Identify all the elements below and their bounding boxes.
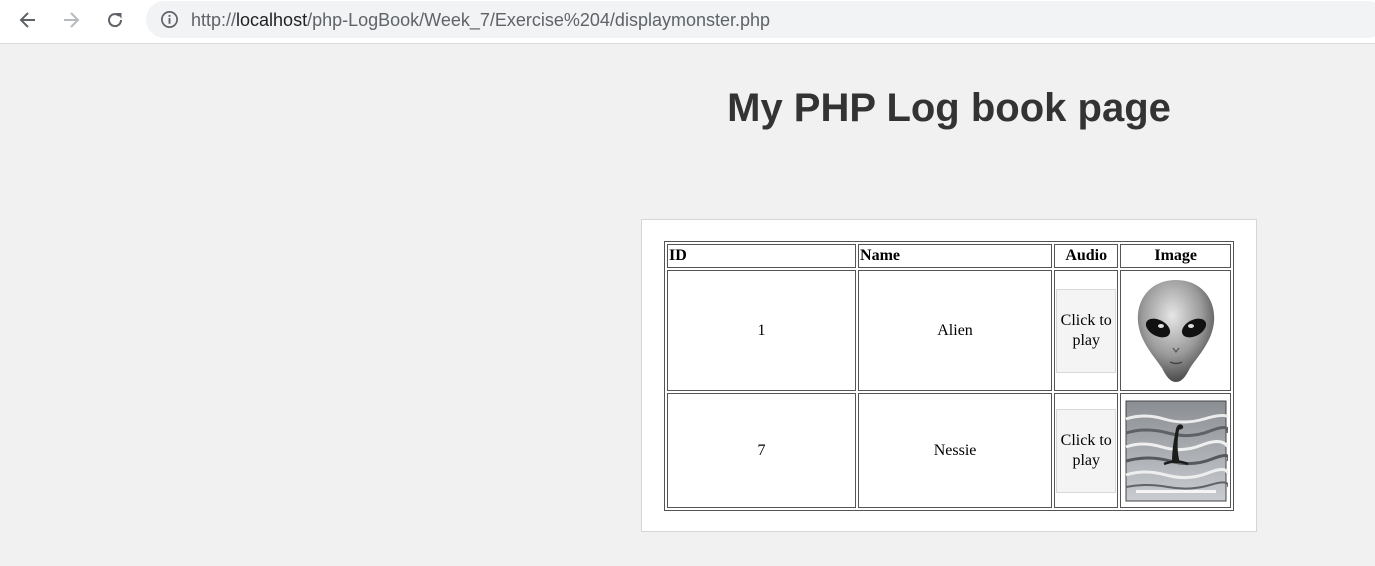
url-text[interactable]: http://localhost/php-LogBook/Week_7/Exer… — [191, 10, 770, 31]
alien-image — [1137, 279, 1214, 382]
play-audio-button[interactable]: Click to play — [1056, 288, 1117, 373]
cell-id: 7 — [667, 393, 857, 508]
reload-button[interactable] — [99, 5, 131, 35]
cell-image — [1120, 393, 1231, 508]
browser-toolbar: http://localhost/php-LogBook/Week_7/Exer… — [0, 0, 1375, 44]
cell-name: Alien — [858, 270, 1053, 392]
back-arrow-icon — [19, 12, 35, 28]
url-prefix: http:// — [191, 10, 237, 30]
page-title: My PHP Log book page — [727, 86, 1171, 130]
header-id: ID — [667, 244, 857, 268]
cell-name: Nessie — [858, 393, 1053, 508]
header-audio: Audio — [1054, 244, 1119, 268]
url-path: /php-LogBook/Week_7/Exercise%204/display… — [307, 10, 771, 30]
table-row: 7 Nessie Click to play — [667, 393, 1231, 508]
table-header-row: ID Name Audio Image — [667, 244, 1231, 268]
reload-icon — [108, 13, 123, 28]
monster-table: ID Name Audio Image 1 Alien Click to pla… — [664, 241, 1234, 511]
cell-audio: Click to play — [1054, 270, 1119, 392]
nessie-image — [1125, 400, 1228, 502]
monster-card: ID Name Audio Image 1 Alien Click to pla… — [641, 219, 1257, 532]
forward-arrow-icon — [64, 12, 80, 28]
url-host: localhost — [236, 10, 308, 30]
info-icon[interactable] — [160, 10, 179, 29]
table-row: 1 Alien Click to play — [667, 270, 1231, 392]
cell-image — [1120, 270, 1231, 392]
play-audio-button[interactable]: Click to play — [1056, 408, 1117, 493]
back-button[interactable] — [12, 5, 44, 35]
cell-audio: Click to play — [1054, 393, 1119, 508]
forward-button[interactable] — [55, 5, 87, 35]
header-image: Image — [1120, 244, 1231, 268]
cell-id: 1 — [667, 270, 857, 392]
header-name: Name — [858, 244, 1053, 268]
address-bar[interactable]: http://localhost/php-LogBook/Week_7/Exer… — [146, 1, 1375, 38]
